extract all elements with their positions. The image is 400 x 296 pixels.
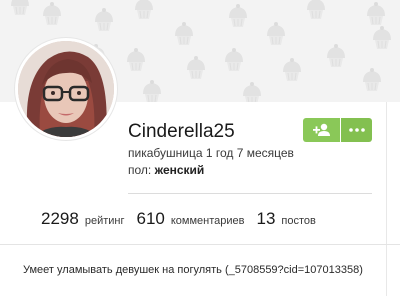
profile-actions <box>303 118 372 142</box>
content-border <box>386 102 387 296</box>
profile-about: Умеет уламывать девушек на погулять (_57… <box>23 264 363 276</box>
membership-duration: пикабушница 1 год 7 месяцев <box>128 146 294 160</box>
avatar-photo <box>18 41 114 137</box>
profile-card: Cinderella25 пикабушница 1 год 7 месяцев… <box>0 0 400 296</box>
add-user-icon <box>312 123 330 136</box>
more-dots-icon <box>348 128 365 132</box>
comments-label[interactable]: комментариев <box>171 215 245 227</box>
comments-value[interactable]: 610 <box>136 209 164 229</box>
rating-label: рейтинг <box>84 215 125 227</box>
subscribe-button[interactable] <box>303 118 340 142</box>
profile-stats: 2298 рейтинг 610 комментариев 13 постов <box>41 209 328 229</box>
rating-value: 2298 <box>41 209 79 228</box>
posts-label[interactable]: постов <box>281 215 315 227</box>
gender-label: пол: <box>128 163 152 177</box>
more-button[interactable] <box>341 118 372 142</box>
gender-line: пол: женский <box>128 163 204 177</box>
username[interactable]: Cinderella25 <box>128 121 235 143</box>
posts-value[interactable]: 13 <box>257 209 276 229</box>
avatar[interactable] <box>15 38 117 140</box>
gender-value: женский <box>154 163 205 177</box>
section-divider <box>0 244 400 245</box>
divider <box>128 193 372 194</box>
